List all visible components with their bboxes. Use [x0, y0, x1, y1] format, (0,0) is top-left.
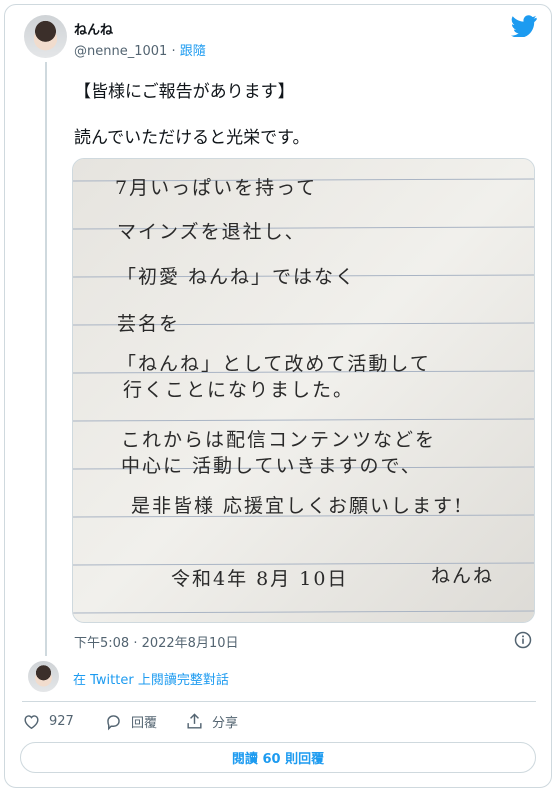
avatar[interactable] [24, 15, 67, 58]
letter-line: 「ねんね」として改めて活動して [117, 353, 431, 375]
letter-date: 令和4年 8月 10日 [171, 568, 349, 590]
share-icon [187, 713, 202, 729]
divider [22, 701, 536, 702]
twitter-bird-icon[interactable] [511, 15, 537, 37]
reply-label: 回覆 [131, 716, 158, 731]
read-conversation-link[interactable]: 在 Twitter 上閱讀完整對話 [73, 669, 229, 688]
letter-line: 行くことになりました。 [123, 379, 355, 401]
info-icon[interactable] [514, 631, 532, 649]
letter-line: 芸名を [117, 313, 181, 335]
separator: · [167, 44, 180, 59]
letter-line: 是非皆様 応援宜しくお願いします! [131, 495, 464, 517]
letter-line: 7月いっぱいを持って [115, 177, 318, 199]
letter-line: 中心に 活動していきますので、 [121, 455, 422, 477]
handle[interactable]: @nenne_1001 [74, 44, 167, 59]
share-button[interactable]: 分享 [185, 712, 238, 731]
reply-button[interactable]: 回覆 [104, 712, 157, 731]
like-count: 927 [49, 714, 74, 729]
share-label: 分享 [212, 716, 239, 731]
handle-line: @nenne_1001 · 跟隨 [74, 40, 206, 59]
like-button[interactable]: 927 [22, 712, 74, 731]
letter-line: 「初愛 ねんね」ではなく [117, 266, 357, 288]
read-replies-button[interactable]: 閱讀 60 則回覆 [20, 742, 536, 773]
tweet-photo[interactable]: 7月いっぱいを持って マインズを退社し、 「初愛 ねんね」ではなく 芸名を 「ね… [72, 158, 535, 623]
heart-icon [24, 715, 39, 730]
tweet-text-line-1: 【皆様にご報告があります】 [74, 82, 295, 102]
letter-line: これからは配信コンテンツなどを [121, 429, 437, 451]
thread-line [45, 62, 47, 656]
letter-signature: ねんね [431, 565, 495, 587]
display-name[interactable]: ねんね [74, 19, 113, 38]
timestamp[interactable]: 下午5:08 · 2022年8月10日 [74, 632, 239, 651]
follow-link[interactable]: 跟隨 [180, 44, 206, 59]
letter-line: マインズを退社し、 [117, 221, 306, 243]
tweet-text-line-2: 読んでいただけると光栄です。 [74, 128, 310, 148]
reply-icon [107, 715, 120, 731]
avatar-small[interactable] [28, 661, 59, 692]
